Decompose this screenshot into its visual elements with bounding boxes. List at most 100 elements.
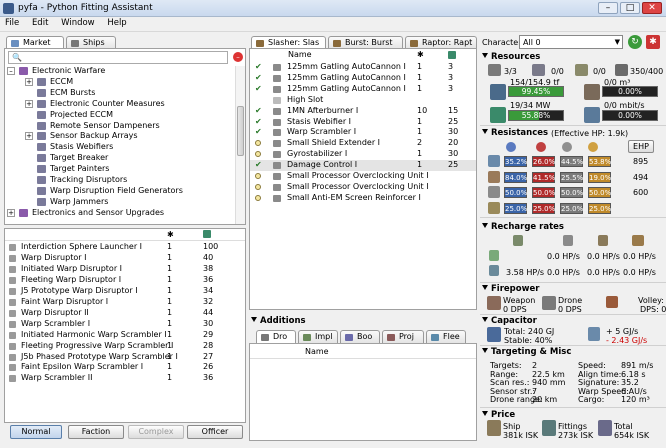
- firepower-title[interactable]: Firepower: [482, 284, 539, 294]
- market-item-row[interactable]: J5b Phased Prototype Warp Scrambler I 1 27: [5, 352, 245, 363]
- resist-layer-icon: [488, 171, 500, 183]
- clear-search-icon[interactable]: –: [233, 52, 243, 62]
- market-tree-item[interactable]: + Electronics and Sensor Upgrades: [5, 208, 235, 219]
- tab-projected[interactable]: Proj: [382, 330, 424, 343]
- complex-filter-button[interactable]: Complex: [128, 425, 184, 439]
- market-item-row[interactable]: Warp Scrambler I 1 30: [5, 319, 245, 330]
- market-tree-item[interactable]: Remote Sensor Dampeners: [5, 121, 235, 132]
- module-active-icon[interactable]: ✔: [255, 73, 262, 83]
- character-editor-icon[interactable]: ✱: [646, 35, 660, 49]
- fitting-module-row[interactable]: ✔ 1MN Afterburner I 10 15: [250, 106, 476, 117]
- market-tree-item[interactable]: Target Breaker: [5, 153, 235, 164]
- ehp-toggle-button[interactable]: EHP: [628, 140, 654, 153]
- targeting-title[interactable]: Targeting & Misc: [482, 347, 571, 357]
- market-item-row[interactable]: Fleeting Warp Disruptor I 1 36: [5, 275, 245, 286]
- market-item-row[interactable]: Warp Disruptor II 1 44: [5, 308, 245, 319]
- module-active-icon[interactable]: ✔: [255, 127, 262, 137]
- menu-file[interactable]: File: [0, 17, 24, 29]
- tree-scroll-thumb[interactable]: [237, 106, 244, 156]
- module-active-icon[interactable]: ✔: [255, 84, 262, 94]
- additions-title[interactable]: Additions: [251, 316, 306, 326]
- market-tree-item[interactable]: – Electronic Warfare: [5, 66, 235, 77]
- resistances-title[interactable]: Resistances: [482, 128, 548, 138]
- tab-implants[interactable]: Impl: [298, 330, 338, 343]
- market-tree-item[interactable]: ECM Bursts: [5, 88, 235, 99]
- expand-icon[interactable]: +: [7, 208, 15, 217]
- fitting-module-row[interactable]: High Slot: [250, 95, 476, 106]
- character-select[interactable]: All 0 ▼: [519, 35, 623, 49]
- expand-icon[interactable]: +: [25, 132, 33, 141]
- minimize-button[interactable]: –: [598, 2, 618, 14]
- expand-icon[interactable]: +: [25, 77, 33, 86]
- module-name: Stasis Webifier I: [287, 116, 352, 126]
- recharge-sustained-armor: 0.0 HP/s: [587, 268, 620, 277]
- tree-item-label: Electronic Warfare: [32, 66, 106, 75]
- market-tree-item[interactable]: Projected ECCM: [5, 110, 235, 121]
- market-search-input[interactable]: 🔍: [8, 51, 228, 64]
- market-tree-item[interactable]: + ECCM: [5, 77, 235, 88]
- armor-repair-icon: [598, 235, 608, 246]
- capacitor-title[interactable]: Capacitor: [482, 316, 537, 326]
- close-button[interactable]: ✕: [642, 2, 662, 14]
- tab-fleet[interactable]: Flee: [426, 330, 466, 343]
- market-item-row[interactable]: Initiated Warp Disruptor I 1 38: [5, 264, 245, 275]
- menu-window[interactable]: Window: [56, 17, 100, 29]
- explosive-resist-icon: [588, 142, 598, 152]
- menu-edit[interactable]: Edit: [27, 17, 53, 29]
- market-item-row[interactable]: Initiated Harmonic Warp Scrambler I 1 29: [5, 330, 245, 341]
- fitting-module-row[interactable]: ✔ 125mm Gatling AutoCannon I 1 3: [250, 84, 476, 95]
- fitting-module-row[interactable]: ✔ Warp Scrambler I 1 30: [250, 127, 476, 138]
- resources-title[interactable]: Resources: [482, 52, 540, 62]
- module-icon: [9, 265, 16, 273]
- recharge-title[interactable]: Recharge rates: [482, 222, 564, 232]
- market-tree-item[interactable]: Target Painters: [5, 164, 235, 175]
- resist-value: 50.0%: [532, 187, 556, 198]
- module-active-icon[interactable]: ✔: [255, 160, 262, 170]
- recharge-passive: 3.58 HP/s: [506, 268, 545, 277]
- maximize-button[interactable]: □: [620, 2, 640, 14]
- market-item-row[interactable]: Faint Warp Disruptor I 1 32: [5, 297, 245, 308]
- expand-icon[interactable]: –: [7, 67, 15, 75]
- market-tree-item[interactable]: Stasis Webifiers: [5, 142, 235, 153]
- officer-filter-button[interactable]: Officer: [187, 425, 243, 439]
- module-power: 20: [448, 138, 459, 148]
- ship-price-label: Ship: [503, 422, 521, 431]
- expand-icon[interactable]: +: [25, 99, 33, 108]
- menu-help[interactable]: Help: [102, 17, 131, 29]
- market-item-row[interactable]: J5 Prototype Warp Disruptor I 1 34: [5, 286, 245, 297]
- market-tree-item[interactable]: Warp Jammers: [5, 197, 235, 208]
- module-name: 125mm Gatling AutoCannon I: [287, 83, 406, 93]
- faction-filter-button[interactable]: Faction: [68, 425, 124, 439]
- market-item-row[interactable]: Fleeting Progressive Warp Scrambler I 1 28: [5, 341, 245, 352]
- normal-filter-button[interactable]: Normal: [10, 425, 62, 439]
- tree-scrollbar[interactable]: [235, 66, 245, 224]
- market-tree-item[interactable]: + Electronic Counter Measures: [5, 99, 235, 110]
- fitting-module-row[interactable]: Small Shield Extender I 2 20: [250, 138, 476, 149]
- fitting-module-row[interactable]: ✔ 125mm Gatling AutoCannon I 1 3: [250, 73, 476, 84]
- module-icon: [273, 64, 281, 71]
- market-tree-item[interactable]: Warp Disruption Field Generators: [5, 186, 235, 197]
- market-item-row[interactable]: Interdiction Sphere Launcher I 1 100: [5, 242, 245, 253]
- fitting-module-row[interactable]: Small Anti-EM Screen Reinforcer I: [250, 193, 476, 204]
- refresh-icon[interactable]: ↻: [628, 35, 642, 49]
- fitting-module-row[interactable]: ✔ Damage Control I 1 25: [250, 160, 476, 171]
- market-item-row[interactable]: Warp Scrambler II 1 36: [5, 373, 245, 384]
- market-item-row[interactable]: Faint Epsilon Warp Scrambler I 1 26: [5, 362, 245, 373]
- fitting-module-row[interactable]: Small Processor Overclocking Unit I: [250, 171, 476, 182]
- module-active-icon[interactable]: ✔: [255, 106, 262, 116]
- market-tree-item[interactable]: + Sensor Backup Arrays: [5, 131, 235, 142]
- price-title[interactable]: Price: [482, 410, 515, 420]
- fitting-module-row[interactable]: Small Processor Overclocking Unit I: [250, 182, 476, 193]
- module-active-icon[interactable]: ✔: [255, 62, 262, 72]
- fitting-module-row[interactable]: ✔ Stasis Webifier I 1 25: [250, 117, 476, 128]
- module-active-icon[interactable]: ✔: [255, 117, 262, 127]
- bandwidth-text: 0/0 mbit/s: [604, 101, 645, 110]
- capacitor-icon: [487, 327, 501, 342]
- market-tree-item[interactable]: Tracking Disruptors: [5, 175, 235, 186]
- tab-drones[interactable]: Dro: [256, 330, 296, 343]
- tab-boosters[interactable]: Boo: [340, 330, 380, 343]
- market-item-row[interactable]: Warp Disruptor I 1 40: [5, 253, 245, 264]
- fitting-module-row[interactable]: ✔ 125mm Gatling AutoCannon I 1 3: [250, 62, 476, 73]
- fitting-module-row[interactable]: Gyrostabilizer I 1 30: [250, 149, 476, 160]
- resist-value: 84.0%: [504, 172, 528, 183]
